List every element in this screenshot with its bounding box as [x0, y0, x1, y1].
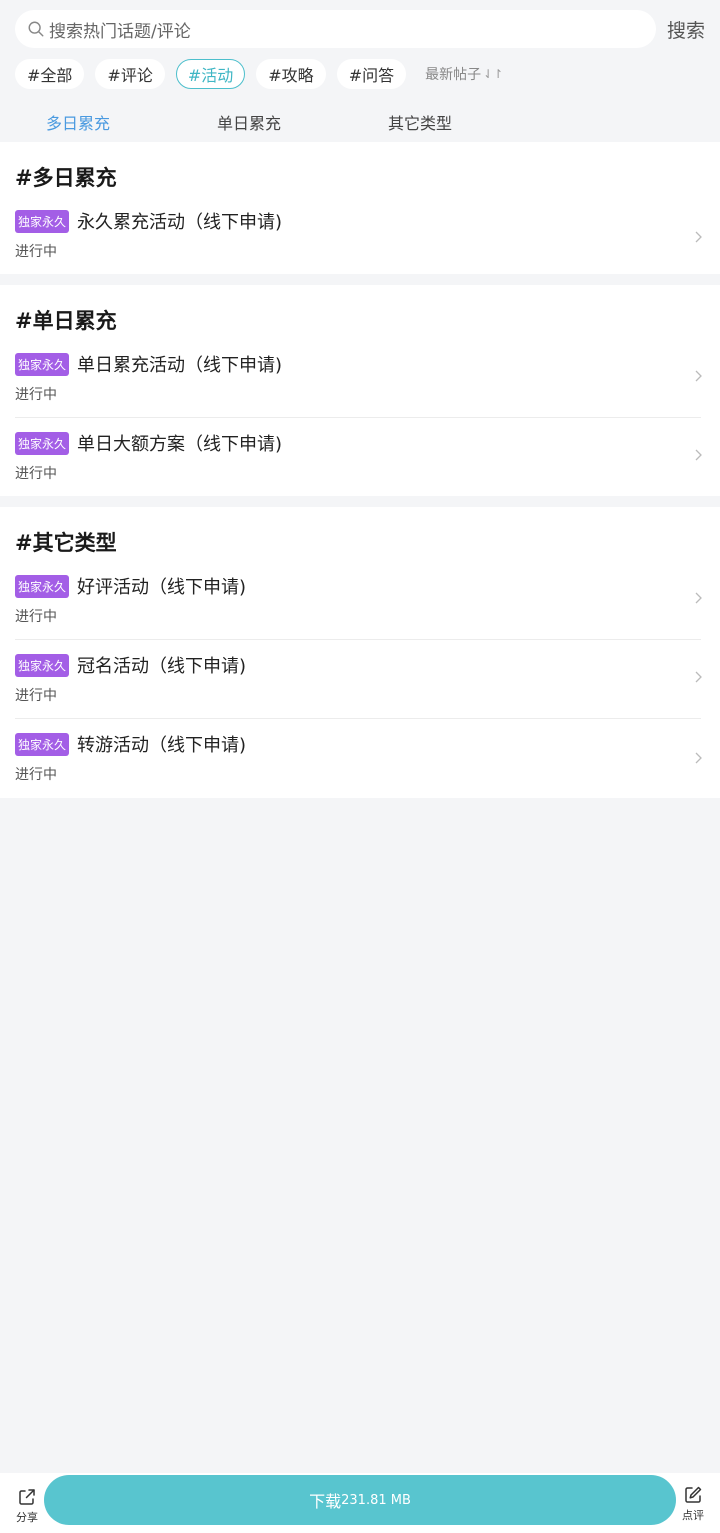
section-multi-day: #多日累充 独家永久 永久累充活动（线下申请) 进行中 — [0, 142, 720, 274]
exclusive-badge: 独家永久 — [15, 353, 70, 376]
item-title: 单日累充活动（线下申请) — [77, 355, 283, 376]
download-button[interactable]: 下载 231.81 MB — [44, 1475, 676, 1525]
tag-guides[interactable]: #攻略 — [256, 59, 326, 89]
exclusive-badge: 独家永久 — [15, 432, 70, 455]
list-item[interactable]: 独家永久 冠名活动（线下申请) 进行中 — [0, 654, 720, 733]
item-status: 进行中 — [15, 387, 57, 403]
item-title: 转游活动（线下申请) — [77, 735, 247, 756]
share-icon — [19, 1489, 35, 1505]
sort-button[interactable]: 最新帖子 ⇃↾ — [425, 64, 503, 84]
chevron-right-icon — [695, 449, 702, 461]
tag-comments[interactable]: #评论 — [95, 59, 165, 89]
subtab-other[interactable]: 其它类型 — [388, 110, 452, 134]
list-item[interactable]: 独家永久 单日大额方案（线下申请) 进行中 — [0, 432, 720, 511]
chevron-right-icon — [695, 592, 702, 604]
chevron-right-icon — [695, 231, 702, 243]
subtab-single-day[interactable]: 单日累充 — [217, 110, 281, 134]
download-size: 231.81 MB — [341, 1492, 411, 1508]
divider — [15, 718, 701, 719]
chevron-right-icon — [695, 671, 702, 683]
item-status: 进行中 — [15, 466, 57, 482]
section-other: #其它类型 独家永久 好评活动（线下申请) 进行中 独家永久 冠名活动（线下申请… — [0, 507, 720, 798]
item-status: 进行中 — [15, 609, 57, 625]
subtab-multi-day[interactable]: 多日累充 — [46, 110, 110, 134]
sort-arrows-icon: ⇃↾ — [483, 67, 504, 81]
chevron-right-icon — [695, 752, 702, 764]
divider — [15, 417, 701, 418]
tag-filter-bar: #全部 #评论 #活动 #攻略 #问答 最新帖子 ⇃↾ — [15, 59, 503, 89]
search-input[interactable]: 搜索热门话题/评论 — [15, 10, 656, 48]
tag-qa[interactable]: #问答 — [336, 59, 407, 89]
tag-activities[interactable]: #活动 — [175, 59, 246, 89]
list-item[interactable]: 独家永久 永久累充活动（线下申请) 进行中 — [0, 210, 720, 289]
list-item[interactable]: 独家永久 转游活动（线下申请) 进行中 — [0, 733, 720, 812]
search-placeholder: 搜索热门话题/评论 — [49, 21, 191, 42]
chevron-right-icon — [695, 370, 702, 382]
tag-all[interactable]: #全部 — [15, 59, 85, 89]
search-button[interactable]: 搜索 — [667, 16, 705, 43]
item-title: 单日大额方案（线下申请) — [77, 434, 283, 455]
review-label: 点评 — [682, 1509, 704, 1522]
bottom-bar: 分享 下载 231.81 MB 点评 — [0, 1473, 720, 1533]
item-status: 进行中 — [15, 688, 57, 704]
list-item[interactable]: 独家永久 好评活动（线下申请) 进行中 — [0, 575, 720, 654]
exclusive-badge: 独家永久 — [15, 575, 70, 598]
section-title: #单日累充 — [15, 309, 117, 333]
download-label: 下载 — [309, 1492, 342, 1511]
review-button[interactable]: 点评 — [678, 1485, 708, 1523]
share-button[interactable]: 分享 — [13, 1487, 41, 1525]
exclusive-badge: 独家永久 — [15, 210, 70, 233]
search-row: 搜索热门话题/评论 搜索 — [0, 0, 720, 58]
list-item[interactable]: 独家永久 单日累充活动（线下申请) 进行中 — [0, 353, 720, 432]
item-title: 永久累充活动（线下申请) — [77, 212, 283, 233]
edit-icon — [685, 1486, 702, 1503]
item-title: 好评活动（线下申请) — [77, 577, 247, 598]
exclusive-badge: 独家永久 — [15, 654, 70, 677]
item-title: 冠名活动（线下申请) — [77, 656, 247, 677]
section-single-day: #单日累充 独家永久 单日累充活动（线下申请) 进行中 独家永久 单日大额方案（… — [0, 285, 720, 496]
subtab-bar: 多日累充 单日累充 其它类型 — [0, 100, 720, 140]
item-status: 进行中 — [15, 767, 57, 783]
divider — [15, 639, 701, 640]
share-label: 分享 — [16, 1511, 38, 1524]
item-status: 进行中 — [15, 244, 57, 260]
section-title: #多日累充 — [15, 166, 117, 190]
section-title: #其它类型 — [15, 531, 117, 555]
search-icon — [28, 21, 44, 37]
exclusive-badge: 独家永久 — [15, 733, 70, 756]
sort-label: 最新帖子 — [425, 67, 482, 83]
